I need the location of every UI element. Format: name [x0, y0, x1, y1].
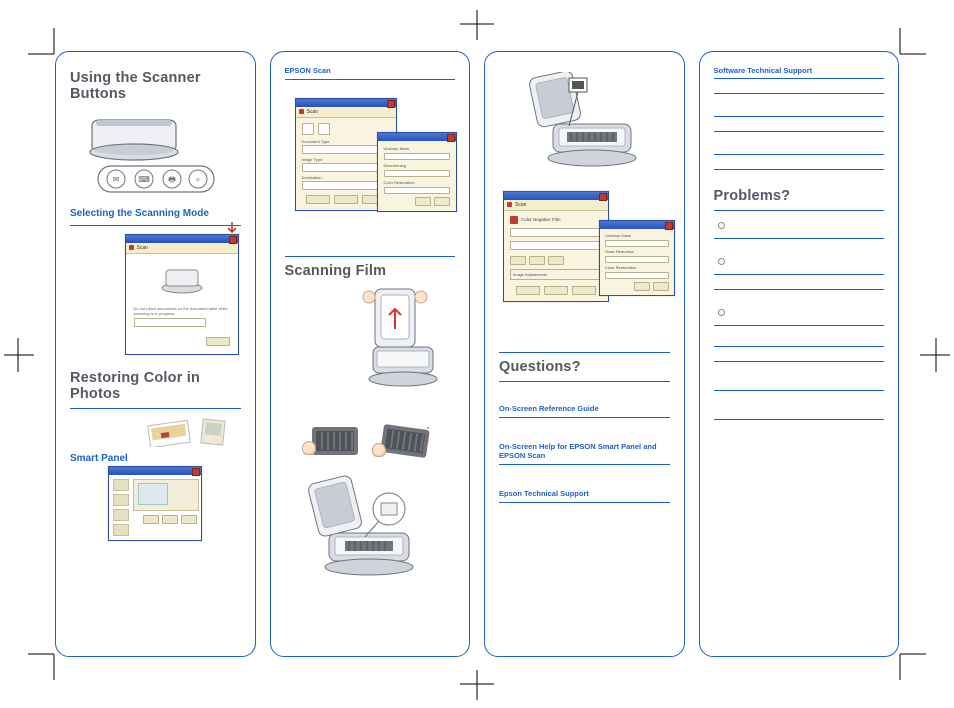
svg-text:⌨: ⌨	[138, 175, 150, 184]
rule-line	[714, 346, 885, 347]
figure-place-film-holder	[285, 471, 456, 591]
figure-scanner-open-with-callout	[499, 70, 670, 186]
divider	[714, 210, 885, 211]
heading-questions: Questions?	[499, 359, 670, 375]
divider	[70, 408, 241, 409]
svg-text:✉: ✉	[113, 175, 120, 184]
heading-software-tech-support: Software Technical Support	[714, 66, 885, 75]
heading-smart-panel: Smart Panel	[70, 453, 241, 464]
app-brand-label: Scan	[137, 245, 148, 251]
rule-line	[714, 274, 885, 275]
divider	[499, 464, 670, 465]
figure-epson-scan-restore-windows: Scan Color Negative Film Image Adjustmen…	[499, 186, 670, 306]
rule-line	[714, 325, 885, 326]
divider	[499, 502, 670, 503]
figure-scanner-with-button-bar: ✉ ⌨ 🖶 ⌕	[70, 108, 241, 204]
bullet-item	[718, 253, 885, 271]
heading-epson-scan: EPSON Scan	[285, 66, 456, 75]
figure-smart-panel-app: Scan Do not place documents on the docum…	[70, 232, 241, 356]
divider	[714, 78, 885, 79]
rule-line	[714, 361, 885, 362]
rule-line	[714, 154, 885, 155]
heading-selecting-scanning-mode: Selecting the Scanning Mode	[70, 208, 241, 219]
rule-line	[714, 419, 885, 420]
app-brand-label: Scan	[515, 202, 526, 208]
rule-line	[714, 390, 885, 391]
bullet-icon	[718, 258, 725, 265]
app-brand-label: Scan	[307, 109, 318, 115]
rule-line	[714, 289, 885, 290]
svg-text:⌕: ⌕	[196, 175, 200, 184]
figure-remove-mat	[285, 283, 456, 417]
divider	[285, 256, 456, 257]
subhead-epson-tech-support: Epson Technical Support	[499, 489, 670, 498]
bullet-item	[718, 217, 885, 235]
figure-epson-scan-windows: Scan Document Type Image Type Destinatio…	[285, 92, 456, 216]
divider	[499, 417, 670, 418]
figure-photo-samples	[70, 415, 241, 449]
heading-problems: Problems?	[714, 188, 885, 204]
svg-text:🖶: 🖶	[168, 175, 176, 184]
divider	[499, 381, 670, 382]
figure-film-holders	[285, 417, 456, 465]
bullet-icon	[718, 222, 725, 229]
subhead-reference-guide: On-Screen Reference Guide	[499, 404, 670, 413]
rule-line	[714, 93, 885, 94]
heading-restoring-color: Restoring Color in Photos	[70, 370, 241, 402]
subhead-onscreen-help: On-Screen Help for EPSON Smart Panel and…	[499, 442, 670, 460]
bullet-icon	[718, 309, 725, 316]
figure-smart-panel-window	[70, 468, 241, 538]
rule-line	[714, 238, 885, 239]
document-page: Using the Scanner Buttons	[55, 51, 899, 657]
panel-using-scanner-buttons: Using the Scanner Buttons	[55, 51, 256, 657]
divider	[499, 352, 670, 353]
bullet-item	[718, 304, 885, 322]
panel-scanning-film: EPSON Scan Scan Document Type Image Type…	[270, 51, 471, 657]
rule-line	[714, 131, 885, 132]
panel-questions: Scan Color Negative Film Image Adjustmen…	[484, 51, 685, 657]
panel-problems: Software Technical Support Problems?	[699, 51, 900, 657]
heading-using-scanner-buttons: Using the Scanner Buttons	[70, 70, 241, 102]
heading-scanning-film: Scanning Film	[285, 263, 456, 279]
divider	[70, 225, 241, 226]
rule-line	[714, 169, 885, 170]
rule-line	[714, 116, 885, 117]
divider	[285, 79, 456, 80]
